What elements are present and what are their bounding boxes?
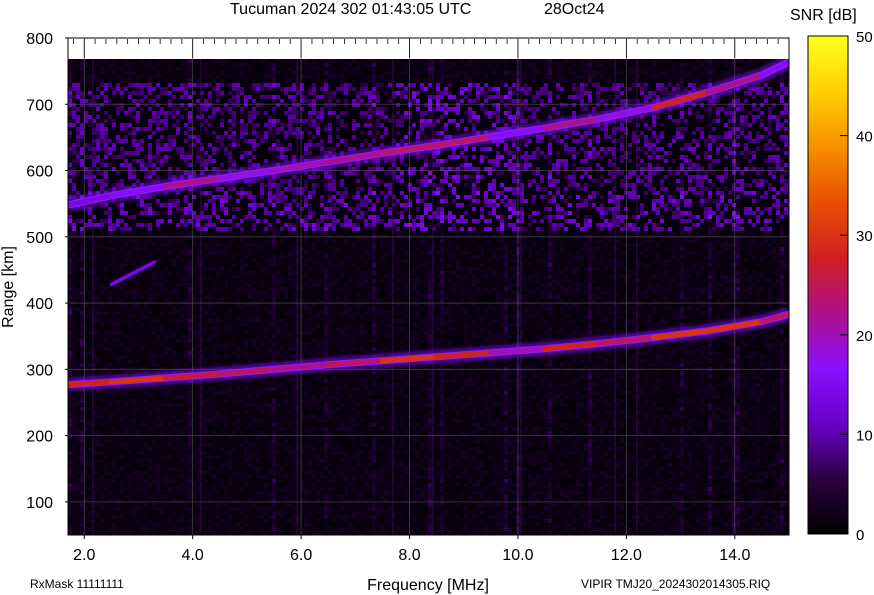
x-tick-label: 6.0 (290, 547, 312, 564)
x-tick-label: 8.0 (398, 547, 420, 564)
y-axis-label: Range [km] (0, 246, 17, 328)
x-axis-ticks: 2.0 4.0 6.0 8.0 10.0 12.0 14.0 (73, 535, 750, 564)
colorbar-gradient (807, 35, 849, 535)
echo-point (271, 366, 277, 372)
echo-point (379, 358, 386, 364)
x-tick-label: 2.0 (73, 547, 95, 564)
echo-point (705, 328, 711, 334)
echo-point (488, 134, 494, 140)
echo-point (162, 375, 169, 381)
trace-segment (68, 379, 114, 388)
y-axis-ticks: 100 200 300 400 500 600 700 800 (26, 31, 68, 512)
colorbar-label: SNR [dB] (790, 7, 857, 24)
echo-point (542, 125, 548, 131)
echo-point (217, 371, 223, 377)
chart-date: 28Oct24 (544, 1, 605, 18)
colorbar-tick-label: 10 (856, 427, 873, 444)
y-tick-label: 400 (26, 296, 53, 313)
colorbar-tick-label: 0 (856, 527, 864, 544)
echo-point (434, 142, 440, 148)
echo-point (650, 104, 657, 111)
plot-area (67, 37, 790, 536)
colorbar-tick-label: 40 (856, 129, 873, 146)
echo-point (759, 72, 765, 78)
x-axis-label: Frequency [MHz] (367, 577, 489, 594)
echo-point (108, 193, 114, 199)
x-tick-label: 10.0 (502, 547, 533, 564)
echo-point (434, 354, 440, 360)
echo-point (705, 89, 711, 95)
echo-point (759, 319, 765, 325)
echo-point (596, 340, 602, 347)
chart-title: Tucuman 2024 302 01:43:05 UTC (230, 1, 471, 18)
echo-point (488, 350, 494, 356)
colorbar-tick-label: 20 (856, 328, 873, 345)
rxmask-label: RxMask 11111111 (30, 577, 124, 591)
echo-point (379, 150, 386, 156)
y-tick-label: 100 (26, 495, 53, 512)
echo-point (325, 159, 331, 165)
echo-point (271, 167, 277, 174)
noise-layer (68, 59, 789, 535)
echo-point (650, 334, 657, 341)
y-tick-label: 700 (26, 97, 53, 114)
echo-point (109, 283, 113, 287)
colorbar-tick-label: 30 (856, 228, 873, 245)
colorbar-tick-label: 50 (856, 29, 873, 46)
file-label: VIPIR TMJ20_2024302014305.RIQ (581, 577, 770, 591)
echo-point (596, 116, 602, 122)
echo-point (325, 362, 331, 368)
y-tick-label: 500 (26, 230, 53, 247)
echo-point (153, 260, 157, 264)
colorbar: 0 10 20 30 40 50 (807, 29, 873, 544)
echo-point (162, 183, 169, 190)
x-tick-label: 14.0 (719, 547, 750, 564)
echo-point (217, 175, 223, 182)
y-tick-label: 200 (26, 429, 53, 446)
x-tick-label: 4.0 (182, 547, 204, 564)
y-tick-label: 800 (26, 31, 53, 48)
y-tick-label: 300 (26, 362, 53, 379)
echo-point (108, 379, 114, 385)
y-tick-label: 600 (26, 164, 53, 181)
ionogram-chart: Tucuman 2024 302 01:43:05 UTC 28Oct24 SN… (0, 1, 873, 594)
echo-point (131, 271, 135, 275)
echo-point (542, 346, 548, 352)
x-tick-label: 12.0 (611, 547, 642, 564)
